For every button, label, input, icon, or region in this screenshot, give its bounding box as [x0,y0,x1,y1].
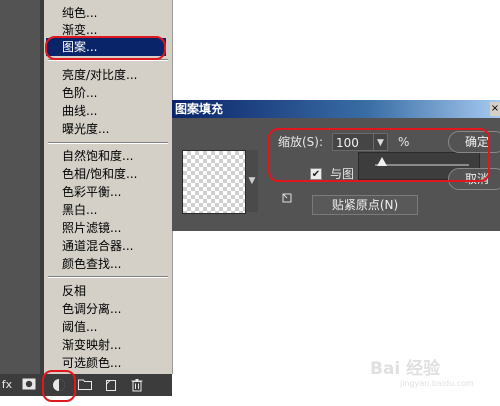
snap-to-origin-button[interactable]: 贴紧原点(N) [312,195,418,215]
menu-item-brightness-contrast[interactable]: 亮度/对比度... [62,66,138,84]
fx-icon[interactable]: fx [0,378,14,392]
menu-item-selective-color[interactable]: 可选颜色... [62,354,121,372]
menu-item-threshold[interactable]: 阈值... [62,318,97,336]
watermark-logo: Bai 经验 jingyan.baidu.com [370,354,474,388]
menu-item-posterize[interactable]: 色调分离... [62,300,121,318]
menu-item-exposure[interactable]: 曝光度... [62,120,109,138]
photoshop-panel-background [0,0,44,406]
menu-item-color-balance[interactable]: 色彩平衡... [62,183,121,201]
cancel-button[interactable]: 取消 [448,168,500,190]
menu-item-black-white[interactable]: 黑白... [62,201,97,219]
link-with-layer-label: 与图 [330,167,355,181]
scale-dropdown-icon[interactable]: ▼ [374,133,388,151]
adjustment-layer-menu: 纯色... 渐变... 图案... 亮度/对比度... 色阶... 曲线... … [44,0,173,374]
menu-separator [48,276,168,278]
folder-icon[interactable] [78,378,92,392]
scale-input[interactable]: 100 [332,133,374,151]
scale-label: 缩放(S): [278,135,324,149]
menu-item-invert[interactable]: 反相 [62,282,86,300]
menu-separator [48,59,168,61]
pattern-fill-dialog: 图案填充 × ▼ 缩放(S): 100 ▼ % ✔ 与图 确定 取消 贴紧原点(… [172,100,500,231]
layers-panel-toolbar: fx [0,374,172,396]
mask-icon[interactable] [22,378,36,392]
snap-origin-icon [282,193,292,203]
dialog-title: 图案填充 [175,102,224,116]
dialog-titlebar[interactable]: 图案填充 × [172,100,500,118]
chevron-down-icon[interactable]: ▼ [246,150,258,212]
adjustment-layer-icon[interactable] [52,378,66,392]
page-margin [0,396,500,406]
pattern-swatch[interactable] [182,150,246,214]
watermark-text: Bai 经验 [370,359,441,379]
trash-icon[interactable] [130,378,144,392]
menu-item-gradient[interactable]: 渐变... [62,21,97,39]
menu-item-gradient-map[interactable]: 渐变映射... [62,336,121,354]
menu-item-curves[interactable]: 曲线... [62,102,97,120]
ok-button[interactable]: 确定 [448,131,500,153]
menu-item-solid-color[interactable]: 纯色... [62,4,97,22]
menu-item-color-lookup[interactable]: 颜色查找... [62,255,121,273]
menu-item-channel-mixer[interactable]: 通道混合器... [62,237,133,255]
new-layer-icon[interactable] [104,378,118,392]
menu-item-pattern[interactable]: 图案... [46,38,166,56]
percent-unit: % [398,135,410,149]
link-with-layer-checkbox[interactable]: ✔ [310,168,322,180]
watermark-subtext: jingyan.baidu.com [400,379,474,388]
menu-separator [48,142,168,144]
menu-item-hue-saturation[interactable]: 色相/饱和度... [62,165,138,183]
slider-thumb[interactable] [377,157,387,166]
menu-item-vibrance[interactable]: 自然饱和度... [62,147,133,165]
close-icon[interactable]: × [490,102,500,116]
slider-track[interactable] [375,164,469,166]
menu-item-levels[interactable]: 色阶... [62,84,97,102]
menu-item-photo-filter[interactable]: 照片滤镜... [62,219,121,237]
